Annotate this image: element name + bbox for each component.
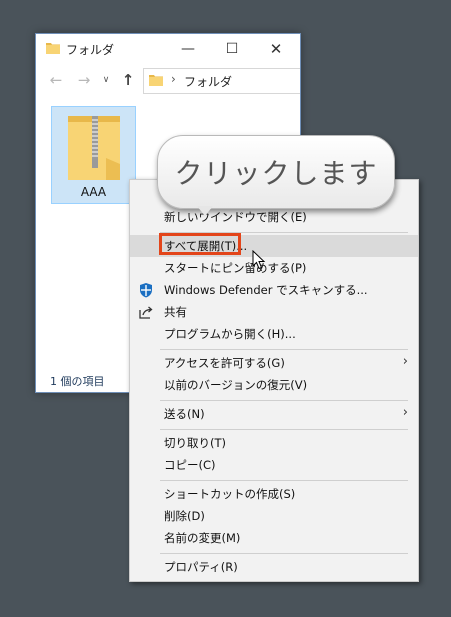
menu-separator	[160, 553, 408, 554]
window-title: フォルダ	[66, 43, 115, 57]
menu-item-label: プロパティ(R)	[164, 560, 238, 574]
maximize-button[interactable]: ☐	[214, 37, 250, 61]
menu-item-rename[interactable]: 名前の変更(M)	[130, 527, 418, 549]
menu-separator	[160, 349, 408, 350]
file-item-zip[interactable]: AAA	[51, 106, 136, 204]
menu-item-copy[interactable]: コピー(C)	[130, 454, 418, 476]
zip-folder-icon	[68, 116, 120, 180]
menu-item-label: 名前の変更(M)	[164, 531, 241, 545]
breadcrumb-folder[interactable]: フォルダ	[184, 73, 232, 90]
menu-item-label: Windows Defender でスキャンする...	[164, 283, 368, 297]
menu-item-open-new-window[interactable]: 新しいウインドウで開く(E)	[130, 206, 418, 228]
forward-arrow-icon[interactable]: →	[74, 70, 94, 90]
submenu-arrow-icon: ›	[402, 354, 408, 369]
annotation-highlight-box	[159, 233, 241, 255]
menu-item-defender-scan[interactable]: Windows Defender でスキャンする...	[130, 279, 418, 301]
share-icon	[139, 306, 153, 319]
menu-item-label: 切り取り(T)	[164, 436, 226, 450]
breadcrumb-chevron-icon[interactable]: ›	[171, 72, 176, 86]
menu-item-label: ショートカットの作成(S)	[164, 487, 296, 501]
menu-item-open-with[interactable]: プログラムから開く(H)...	[130, 323, 418, 345]
address-bar[interactable]: › フォルダ	[143, 68, 300, 94]
menu-item-label: アクセスを許可する(G)	[164, 356, 285, 370]
callout-bubble: クリックします	[157, 135, 395, 209]
navigation-bar: ← → ∨ ↑ › フォルダ	[36, 66, 300, 94]
minimize-button[interactable]: —	[170, 37, 206, 61]
menu-item-share[interactable]: 共有	[130, 301, 418, 323]
back-arrow-icon[interactable]: ←	[46, 70, 66, 90]
menu-item-label: スタートにピン留めする(P)	[164, 261, 307, 275]
menu-item-label: 新しいウインドウで開く(E)	[164, 210, 307, 224]
status-item-count: 1 個の項目	[50, 375, 105, 388]
menu-item-pin-to-start[interactable]: スタートにピン留めする(P)	[130, 257, 418, 279]
menu-item-label: コピー(C)	[164, 458, 216, 472]
menu-item-send-to[interactable]: 送る(N) ›	[130, 403, 418, 425]
windows-defender-icon	[140, 283, 152, 298]
callout-text: クリックします	[174, 157, 378, 190]
menu-item-give-access[interactable]: アクセスを許可する(G) ›	[130, 352, 418, 374]
menu-item-label: 送る(N)	[164, 407, 205, 421]
menu-item-create-shortcut[interactable]: ショートカットの作成(S)	[130, 483, 418, 505]
menu-separator	[160, 429, 408, 430]
file-name-label: AAA	[80, 185, 107, 199]
menu-item-label: 削除(D)	[164, 509, 205, 523]
close-button[interactable]: ✕	[258, 37, 294, 61]
context-menu: 新しいウインドウで開く(E) すべて展開(T)... スタートにピン留めする(P…	[129, 179, 419, 582]
menu-item-restore-previous-versions[interactable]: 以前のバージョンの復元(V)	[130, 374, 418, 396]
menu-item-label: 以前のバージョンの復元(V)	[164, 378, 308, 392]
recent-locations-chevron-icon[interactable]: ∨	[96, 70, 116, 90]
menu-item-delete[interactable]: 削除(D)	[130, 505, 418, 527]
folder-icon	[46, 43, 60, 54]
submenu-arrow-icon: ›	[402, 405, 408, 420]
menu-item-properties[interactable]: プロパティ(R)	[130, 556, 418, 578]
up-arrow-icon[interactable]: ↑	[118, 70, 138, 90]
mouse-cursor-icon	[252, 250, 266, 270]
folder-icon	[149, 75, 163, 86]
menu-separator	[160, 400, 408, 401]
menu-separator	[160, 480, 408, 481]
menu-item-label: プログラムから開く(H)...	[164, 327, 296, 341]
menu-item-cut[interactable]: 切り取り(T)	[130, 432, 418, 454]
title-bar[interactable]: フォルダ — ☐ ✕	[36, 34, 300, 64]
menu-item-label: 共有	[164, 305, 187, 319]
callout-tail	[197, 206, 213, 216]
